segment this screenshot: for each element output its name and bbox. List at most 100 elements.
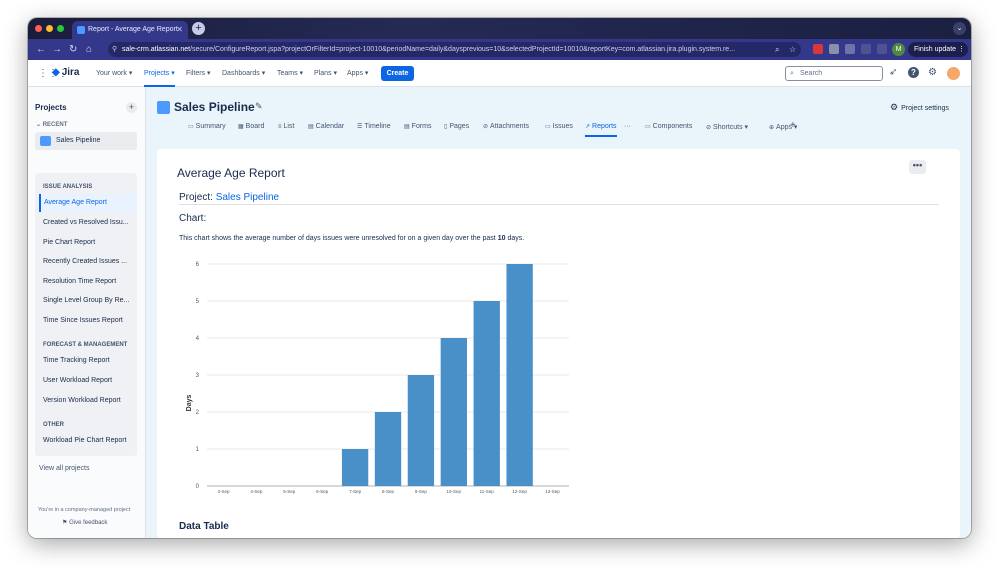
forward-arrow-icon[interactable]: → (52, 43, 62, 56)
sidebar-item-recently-created[interactable]: Recently Created Issues ... (39, 253, 137, 271)
browser-tab-bar: Report - Average Age Report ✕ + ⌄ (28, 18, 971, 39)
bookmark-star-icon[interactable]: ☆ (789, 42, 796, 57)
extension-icon-sidebar[interactable] (877, 44, 887, 54)
tab-issues[interactable]: ▭ Issues (545, 123, 573, 130)
y-tick-label: 4 (196, 336, 200, 342)
nav-projects[interactable]: Projects ▾ (144, 69, 175, 87)
sidebar-item-resolution-time[interactable]: Resolution Time Report (39, 273, 137, 291)
extension-icon-red[interactable] (813, 44, 823, 54)
tab-shortcuts-label: Shortcuts ▾ (713, 124, 749, 131)
bar-9-Sep[interactable] (407, 375, 435, 486)
tab-list[interactable]: ≡ List (278, 123, 294, 130)
report-card: ••• Average Age Report Project: Sales Pi… (157, 149, 960, 538)
sidebar-item-pie-chart-report[interactable]: Pie Chart Report (39, 234, 137, 252)
sidebar-item-time-tracking[interactable]: Time Tracking Report (39, 352, 137, 370)
create-button[interactable]: Create (381, 66, 414, 81)
browser-profile-avatar[interactable]: M (892, 43, 905, 56)
give-feedback-link[interactable]: ⚑ Give feedback (62, 519, 107, 526)
y-tick-label: 1 (196, 447, 200, 453)
issues-icon: ▭ (545, 124, 551, 130)
nav-dashboards[interactable]: Dashboards ▾ (222, 69, 265, 77)
tab-reports[interactable]: ↗ Reports (585, 123, 617, 137)
y-axis-label: Days (186, 395, 193, 412)
notifications-rocket-icon[interactable]: ➶ (889, 67, 897, 79)
x-tick-label: 4-Sep (250, 489, 263, 494)
pin-project-icon[interactable]: ✎ (255, 101, 263, 112)
nav-teams[interactable]: Teams ▾ (277, 69, 303, 77)
zoom-icon[interactable]: ⌕ (775, 42, 779, 57)
extension-icon-grey[interactable] (845, 44, 855, 54)
finish-update-button[interactable]: Finish update ⋮ (908, 42, 968, 57)
tab-attachments[interactable]: ⊘ Attachments (483, 123, 529, 130)
report-project-link[interactable]: Sales Pipeline (216, 192, 279, 203)
settings-gear-icon[interactable]: ⚙ (928, 67, 937, 79)
bar-7-Sep[interactable] (341, 449, 369, 486)
nav-plans[interactable]: Plans ▾ (314, 69, 337, 77)
bar-10-Sep[interactable] (440, 338, 467, 486)
jira-logo[interactable]: ◆ Jira (52, 67, 80, 78)
url-path: /secure/ConfigureReport.jspa?projectOrFi… (190, 46, 736, 53)
megaphone-icon: ⚑ (62, 520, 68, 526)
site-info-icon[interactable]: ⚲ (112, 42, 117, 57)
tab-components[interactable]: ▭ Components (645, 123, 692, 130)
tab-calendar[interactable]: ▤ Calendar (308, 123, 344, 130)
reports-chart-icon: ↗ (585, 124, 591, 130)
reload-icon[interactable]: ↻ (69, 43, 77, 56)
browser-window: Report - Average Age Report ✕ + ⌄ ← → ↻ … (28, 18, 971, 538)
sidebar-project-name: Sales Pipeline (56, 137, 101, 144)
minimize-window-button[interactable] (46, 25, 53, 32)
search-input[interactable]: ⌕ Search (785, 66, 883, 81)
nav-filters[interactable]: Filters ▾ (186, 69, 211, 77)
user-avatar[interactable] (947, 67, 960, 80)
nav-apps[interactable]: Apps ▾ (347, 69, 368, 77)
bar-8-Sep[interactable] (374, 412, 402, 486)
x-tick-label: 10-Sep (447, 489, 462, 494)
sidebar-item-created-vs-resolved[interactable]: Created vs Resolved Issu... (39, 214, 137, 232)
add-tab-plus-icon[interactable]: + (790, 120, 796, 131)
project-settings-gear-icon: ⚙ (890, 102, 899, 112)
add-project-button[interactable]: + (126, 102, 137, 113)
back-arrow-icon[interactable]: ← (36, 43, 46, 56)
extension-icon-puzzle[interactable] (829, 44, 839, 54)
project-sidebar: Projects + ⌄ RECENT Sales Pipeline ISSUE… (28, 87, 146, 538)
report-more-actions-button[interactable]: ••• (909, 160, 926, 174)
sidebar-item-version-workload[interactable]: Version Workload Report (39, 392, 137, 410)
project-settings-button[interactable]: ⚙ Project settings (890, 102, 949, 113)
search-placeholder: Search (800, 70, 823, 77)
tab-pages[interactable]: ▯ Pages (444, 123, 469, 130)
address-bar[interactable]: ⚲ sale-crm.atlassian.net/secure/Configure… (108, 42, 801, 57)
average-age-bar-chart: 0 1 2 3 4 5 6 3-Sep 4-Sep 5-Sep 6-Sep 7-Sep 8-Sep 9-… (186, 262, 569, 494)
sidebar-item-single-level-group[interactable]: Single Level Group By Re... (39, 292, 137, 310)
report-project-label: Project: (179, 192, 213, 203)
tab-list-label: List (283, 123, 295, 130)
sidebar-item-time-since-issues[interactable]: Time Since Issues Report (39, 312, 137, 330)
summary-icon: ▭ (188, 124, 194, 130)
nav-your-work[interactable]: Your work ▾ (96, 69, 132, 77)
help-icon[interactable]: ? (908, 67, 919, 78)
tab-close-icon[interactable]: ✕ (176, 21, 183, 39)
bar-11-Sep[interactable] (473, 301, 500, 486)
tab-board[interactable]: ▦ Board (238, 123, 264, 130)
tab-summary[interactable]: ▭ Summary (188, 123, 226, 130)
extension-icon-window[interactable] (861, 44, 871, 54)
tab-issues-label: Issues (552, 123, 573, 130)
bar-12-Sep[interactable] (506, 264, 533, 486)
tab-forms[interactable]: ▤ Forms (404, 123, 432, 130)
close-window-button[interactable] (35, 25, 42, 32)
sidebar-project-sales-pipeline[interactable]: Sales Pipeline (35, 132, 137, 150)
home-icon[interactable]: ⌂ (86, 43, 92, 56)
sidebar-item-user-workload[interactable]: User Workload Report (39, 372, 137, 390)
tab-shortcuts[interactable]: ⊘ Shortcuts ▾ (706, 123, 748, 131)
tab-reports-more-icon[interactable]: ··· (624, 123, 631, 130)
project-avatar-icon (40, 136, 51, 146)
maximize-window-button[interactable] (57, 25, 64, 32)
view-all-projects-link[interactable]: View all projects (39, 465, 89, 472)
new-tab-button[interactable]: + (192, 22, 205, 35)
report-project-line: Project: Sales Pipeline (179, 192, 279, 203)
tab-search-chevron-icon[interactable]: ⌄ (953, 22, 966, 35)
sidebar-item-workload-pie-chart[interactable]: Workload Pie Chart Report (39, 432, 137, 450)
tab-timeline[interactable]: ☰ Timeline (357, 123, 391, 130)
board-icon: ▦ (238, 124, 244, 130)
sidebar-item-average-age-report[interactable]: Average Age Report (39, 194, 137, 212)
browser-tab-active[interactable]: Report - Average Age Report ✕ (72, 21, 188, 39)
